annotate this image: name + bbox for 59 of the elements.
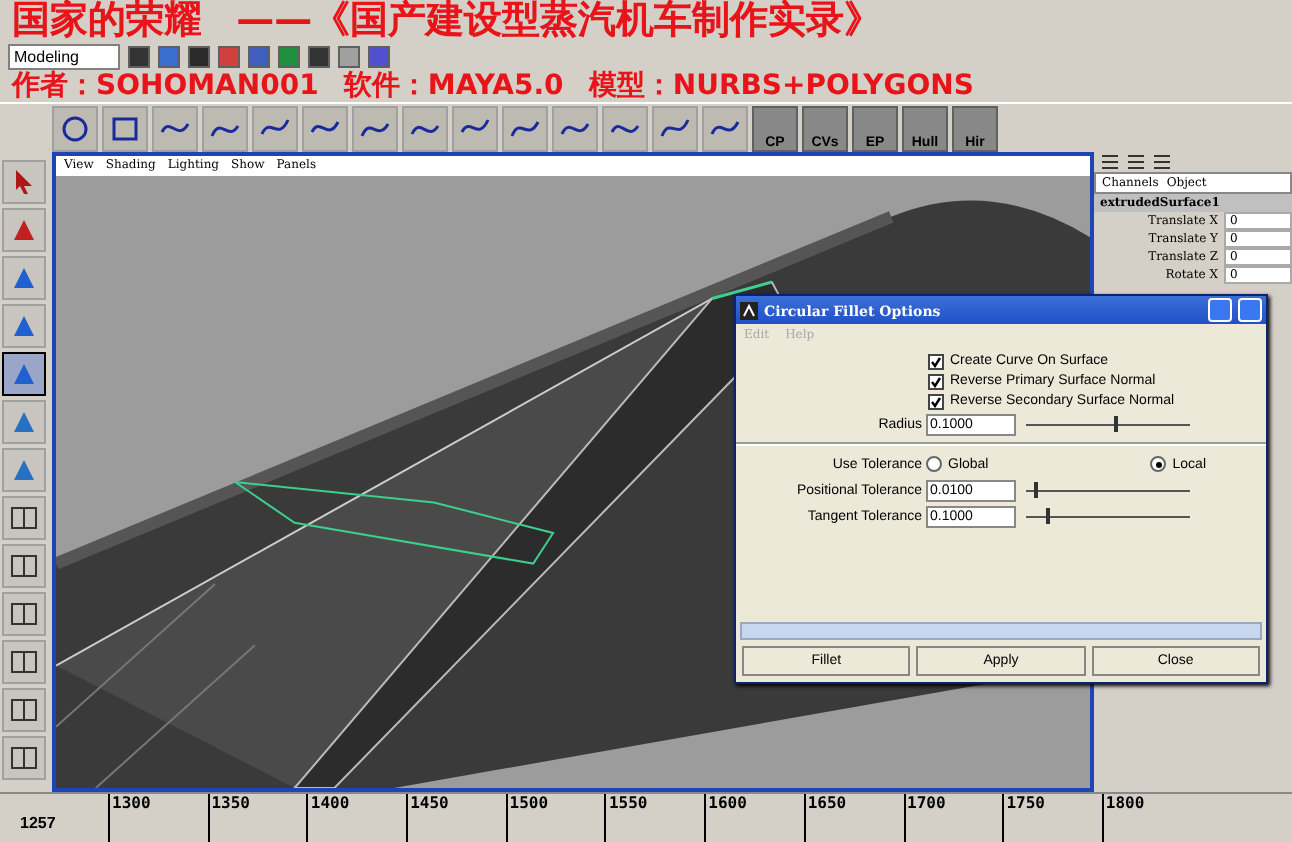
shelf-tool[interactable] xyxy=(102,105,148,151)
tool-button[interactable] xyxy=(2,352,46,396)
time-slider-tick: 1550 xyxy=(604,794,705,842)
shelf-tool[interactable] xyxy=(152,105,198,151)
overlay-credit: 模型：NURBS+POLYGONS xyxy=(588,72,974,100)
tool-button[interactable] xyxy=(2,160,46,204)
layout-button[interactable] xyxy=(2,640,46,684)
tool-button[interactable] xyxy=(2,208,46,252)
time-slider-tick: 1450 xyxy=(406,794,506,842)
time-slider-tick: 1650 xyxy=(803,794,903,842)
overlay-credit: 软件：MAYA5.0 xyxy=(343,72,564,100)
shelf-tool[interactable] xyxy=(402,105,448,151)
time-slider-tick: 1350 xyxy=(207,794,307,842)
shelf-tool[interactable] xyxy=(602,105,648,151)
shelf-tool[interactable] xyxy=(202,105,248,151)
shelf-tool[interactable] xyxy=(252,105,298,151)
checkbox[interactable] xyxy=(928,353,944,369)
menu-set-dropdown[interactable]: Modeling xyxy=(8,43,120,69)
layout-button[interactable] xyxy=(2,688,46,732)
tool-icon xyxy=(10,312,38,340)
shelf-tool[interactable] xyxy=(452,105,498,151)
horizontal-scrollbar[interactable] xyxy=(740,622,1262,640)
tool-icon xyxy=(10,408,38,436)
time-slider-tick: 1300 xyxy=(108,794,208,842)
shelf-tool[interactable] xyxy=(502,105,548,151)
checkbox[interactable] xyxy=(928,393,944,409)
slider-thumb[interactable] xyxy=(1046,507,1051,523)
layout-button[interactable] xyxy=(2,736,46,780)
shelf-tool[interactable] xyxy=(652,105,698,151)
time-slider-tick: 1800 xyxy=(1101,794,1202,842)
shelf-tool[interactable] xyxy=(52,105,98,151)
radio-button[interactable] xyxy=(1150,456,1167,472)
shelf-tool[interactable] xyxy=(552,105,598,151)
curve-icon xyxy=(110,115,140,141)
tool-icon xyxy=(10,360,38,388)
time-slider-tick: 1750 xyxy=(1002,794,1102,842)
time-slider-tick: 1700 xyxy=(903,794,1003,842)
time-slider-tick: 1600 xyxy=(704,794,804,842)
curve-icon xyxy=(660,115,690,141)
layout-button[interactable] xyxy=(2,496,46,540)
curve-icon xyxy=(60,115,90,141)
tool-icon xyxy=(10,216,38,244)
tool-icon xyxy=(10,456,38,484)
shelf-tool[interactable] xyxy=(352,105,398,151)
time-slider-tick: 1500 xyxy=(505,794,605,842)
tool-icon xyxy=(10,264,38,292)
radio-button[interactable] xyxy=(926,456,942,472)
current-frame: 1257 xyxy=(0,794,108,842)
tool-icon xyxy=(10,168,38,196)
shelf-tool[interactable] xyxy=(702,105,748,151)
maximize-button[interactable] xyxy=(1238,298,1262,322)
layout-button[interactable] xyxy=(2,592,46,636)
shelf-tool[interactable] xyxy=(302,105,348,151)
time-slider-tick: 1400 xyxy=(306,794,407,842)
minimize-button[interactable] xyxy=(1208,298,1232,322)
overlay-credit: 作者：SOHOMAN001 xyxy=(12,72,319,100)
app-icon xyxy=(740,301,758,319)
checkbox[interactable] xyxy=(928,373,944,389)
layout-button[interactable] xyxy=(2,544,46,588)
